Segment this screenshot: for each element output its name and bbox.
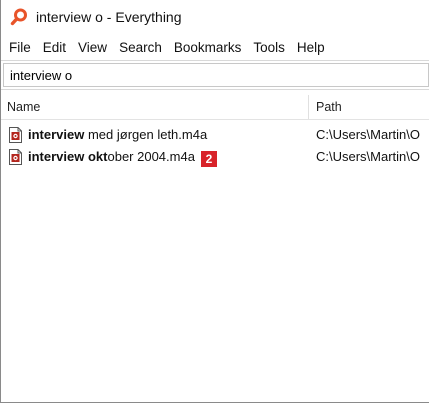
file-name-rest: ober 2004.m4a [107, 149, 195, 164]
window-title: interview o - Everything [36, 9, 182, 25]
match-highlight-partial: okt [87, 149, 108, 164]
file-name: interview med jørgen leth.m4a [28, 127, 207, 142]
file-name: interview oktober 2004.m4a 2 [28, 149, 217, 167]
result-row[interactable]: interview oktober 2004.m4a 2 C:\Users\Mar… [1, 146, 429, 168]
file-path: C:\Users\Martin\O [316, 127, 421, 142]
column-divider[interactable] [308, 95, 309, 119]
match-highlight: interview [28, 127, 85, 142]
search-input[interactable] [3, 63, 429, 87]
menu-bookmarks[interactable]: Bookmarks [168, 37, 248, 58]
menu-bar: File Edit View Search Bookmarks Tools He… [1, 34, 429, 60]
audio-file-icon [9, 149, 22, 165]
file-path: C:\Users\Martin\O [316, 149, 421, 164]
menu-edit[interactable]: Edit [37, 37, 72, 58]
results-header: Name Path [1, 95, 429, 120]
file-name-rest: med jørgen leth.m4a [84, 127, 208, 142]
menu-help[interactable]: Help [291, 37, 331, 58]
menu-view[interactable]: View [72, 37, 113, 58]
column-header-name[interactable]: Name [7, 100, 40, 114]
column-header-path[interactable]: Path [316, 100, 342, 114]
menu-tools[interactable]: Tools [247, 37, 291, 58]
results-list: interview med jørgen leth.m4a C:\Users\M… [1, 124, 429, 168]
menu-search[interactable]: Search [113, 37, 168, 58]
everything-window: interview o - Everything File Edit View … [0, 0, 429, 403]
result-row[interactable]: interview med jørgen leth.m4a C:\Users\M… [1, 124, 429, 146]
title-bar: interview o - Everything [1, 0, 429, 34]
audio-file-icon [9, 127, 22, 143]
magnifier-icon [10, 8, 28, 26]
annotation-badge: 2 [200, 151, 217, 167]
menu-file[interactable]: File [3, 37, 37, 58]
match-highlight: interview [28, 149, 85, 164]
search-bar [1, 60, 429, 90]
